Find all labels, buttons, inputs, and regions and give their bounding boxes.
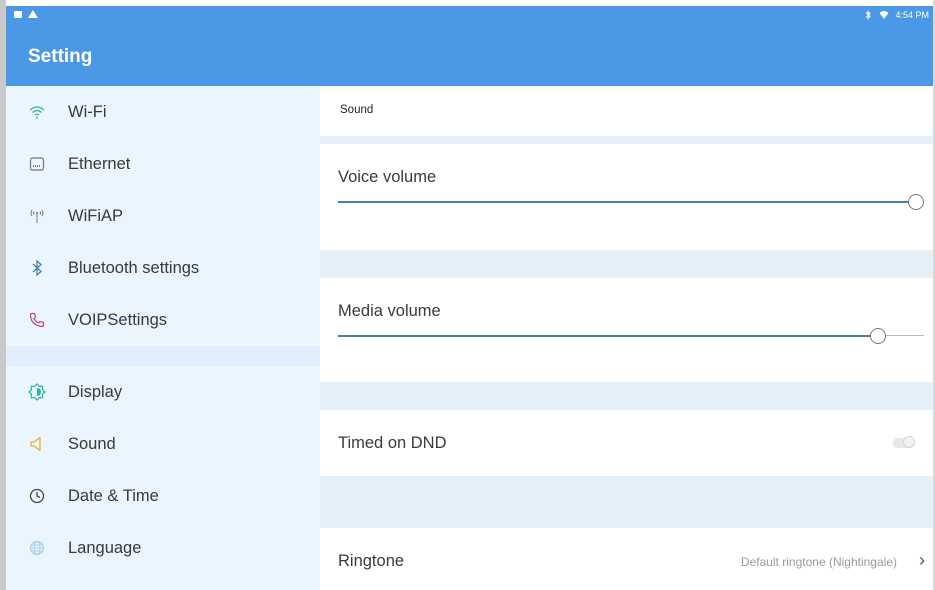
timed-dnd-label: Timed on DND — [338, 434, 447, 452]
status-bar: 4:54 PM — [6, 6, 933, 26]
sidebar-item-sound[interactable]: Sound — [6, 418, 320, 470]
sidebar-item-voip[interactable]: VOIPSettings — [6, 294, 320, 346]
status-time: 4:54 PM — [895, 10, 929, 20]
sidebar-item-label: Sound — [68, 434, 116, 453]
wifi-status-icon — [879, 11, 889, 19]
timed-dnd-toggle[interactable] — [893, 436, 915, 448]
sidebar-divider — [6, 346, 320, 366]
timed-dnd-setting[interactable]: Timed on DND — [320, 410, 933, 476]
sidebar-item-label: WiFiAP — [68, 206, 123, 225]
ethernet-icon — [28, 155, 46, 173]
voice-volume-label: Voice volume — [338, 168, 437, 186]
bluetooth-icon — [28, 259, 46, 277]
sidebar-item-label: Date & Time — [68, 486, 159, 505]
section-divider — [320, 382, 933, 410]
wifi-icon — [28, 103, 46, 121]
app-title: Setting — [28, 46, 93, 67]
app-bar: Setting — [6, 26, 933, 86]
sidebar-item-label: VOIPSettings — [68, 310, 168, 329]
notification-icon — [14, 10, 22, 18]
sidebar-item-date-time[interactable]: Date & Time — [6, 470, 320, 522]
ringtone-value: Default ringtone (Nightingale) — [740, 555, 897, 569]
display-icon — [28, 383, 46, 401]
sidebar-item-wifi[interactable]: Wi-Fi — [6, 86, 320, 138]
voice-volume-slider[interactable] — [338, 194, 924, 210]
section-header: Sound — [320, 86, 933, 136]
sidebar-item-label: Bluetooth settings — [68, 258, 200, 277]
warning-icon — [28, 10, 38, 18]
speaker-icon — [28, 435, 46, 453]
sidebar-item-label: Ethernet — [68, 154, 131, 173]
slider-track-rest — [886, 335, 924, 336]
sidebar-item-label: Wi-Fi — [68, 102, 107, 121]
phone-icon — [28, 311, 46, 329]
settings-sidebar: Wi-Fi Ethernet WiFiAP Bluetooth settings… — [6, 86, 320, 590]
slider-track-fill — [338, 201, 908, 203]
section-divider — [320, 136, 933, 144]
media-volume-setting: Media volume — [320, 278, 933, 382]
sidebar-item-wifiap[interactable]: WiFiAP — [6, 190, 320, 242]
voice-volume-setting: Voice volume — [320, 144, 933, 250]
globe-icon — [28, 539, 46, 557]
media-volume-slider[interactable] — [338, 328, 924, 344]
ringtone-label: Ringtone — [338, 552, 405, 570]
sidebar-item-display[interactable]: Display — [6, 366, 320, 418]
chevron-right-icon: › — [919, 550, 925, 570]
clock-icon — [28, 487, 46, 505]
sound-settings-panel: Sound Voice volume Media volume Timed on… — [320, 86, 933, 590]
slider-thumb[interactable] — [870, 328, 886, 344]
slider-track-fill — [338, 335, 870, 337]
toggle-knob — [903, 436, 915, 448]
media-volume-label: Media volume — [338, 302, 441, 320]
section-divider — [320, 250, 933, 278]
slider-thumb[interactable] — [908, 194, 924, 210]
bluetooth-status-icon — [866, 10, 872, 20]
hotspot-icon — [28, 207, 46, 225]
sidebar-item-label: Language — [68, 538, 142, 557]
section-divider — [320, 476, 933, 528]
sidebar-item-language[interactable]: Language — [6, 522, 320, 574]
ringtone-setting[interactable]: Ringtone Default ringtone (Nightingale) … — [320, 528, 933, 590]
sidebar-item-bluetooth[interactable]: Bluetooth settings — [6, 242, 320, 294]
sidebar-item-ethernet[interactable]: Ethernet — [6, 138, 320, 190]
section-header-label: Sound — [340, 104, 374, 116]
sidebar-item-label: Display — [68, 382, 123, 401]
